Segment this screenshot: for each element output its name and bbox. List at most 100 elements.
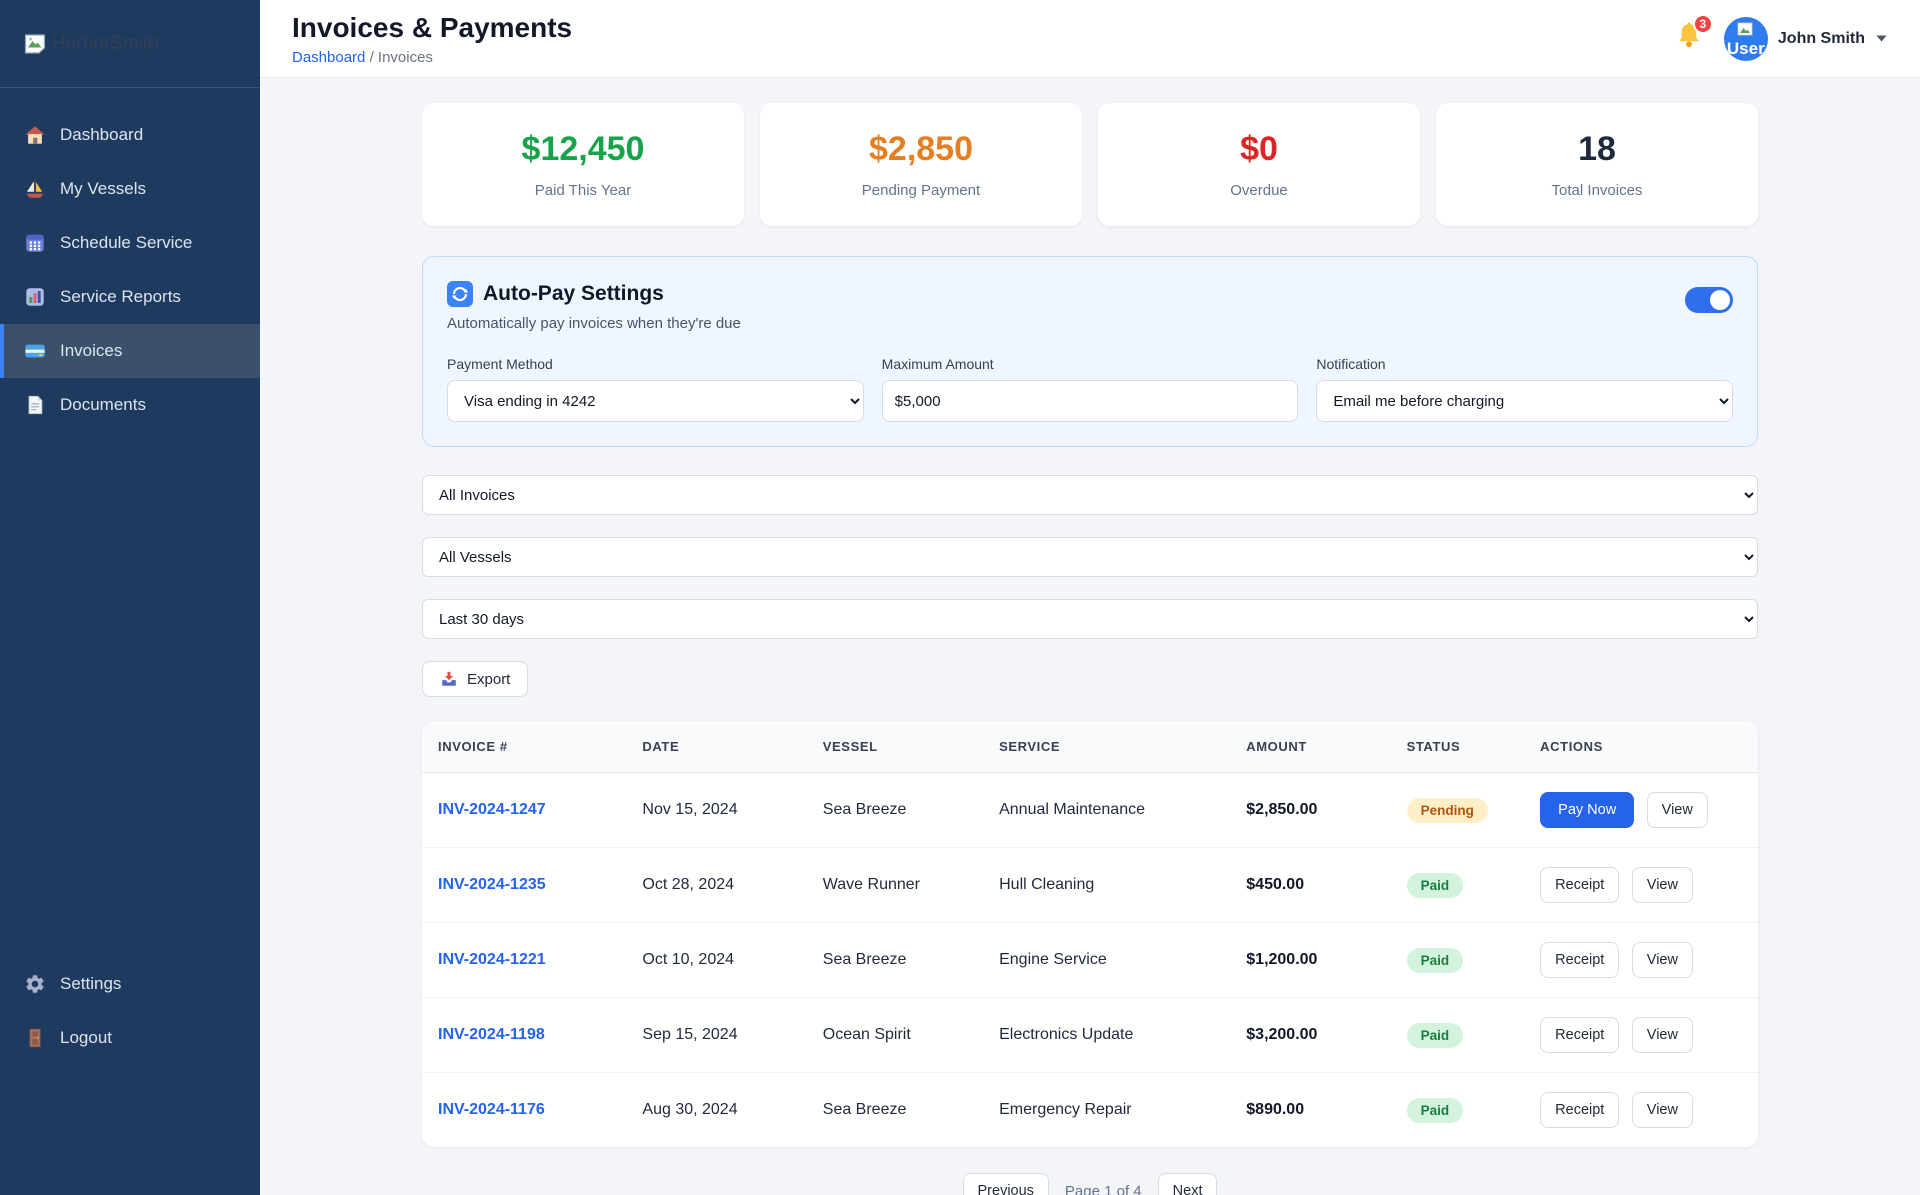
invoices-table: INVOICE # DATE VESSEL SERVICE AMOUNT STA… [422, 721, 1758, 1147]
topbar-right: 3 User John Smith [1674, 14, 1888, 61]
notification-select[interactable]: Email me before charging [1316, 380, 1733, 422]
status-cell: Paid [1390, 847, 1525, 923]
date-cell: Nov 15, 2024 [626, 772, 807, 848]
maximum-amount-input[interactable] [881, 380, 1299, 422]
sidebar-item-service-reports[interactable]: Service Reports [0, 270, 260, 324]
receipt-button[interactable]: Receipt [1540, 942, 1620, 978]
invoices-table-card: INVOICE # DATE VESSEL SERVICE AMOUNT STA… [422, 721, 1758, 1147]
status-badge: Pending [1406, 797, 1488, 823]
sidebar-item-label: Schedule Service [60, 233, 193, 252]
amount-cell: $1,200.00 [1230, 922, 1391, 998]
actions-cell: Receipt View [1524, 1073, 1758, 1148]
date-cell: Oct 28, 2024 [626, 847, 807, 923]
sidebar-item-dashboard[interactable]: Dashboard [0, 108, 260, 162]
status-cell: Paid [1390, 997, 1525, 1073]
sidebar-item-invoices[interactable]: Invoices [0, 324, 260, 378]
chevron-down-icon [1876, 35, 1887, 42]
topbar: Invoices & Payments Dashboard / Invoices… [260, 0, 1920, 78]
view-button[interactable]: View [1631, 867, 1693, 903]
autopay-fields: Payment Method Visa ending in 4242 Maxim… [447, 356, 1733, 422]
user-menu[interactable]: User John Smith [1723, 16, 1888, 61]
sidebar-item-documents[interactable]: Documents [0, 378, 260, 432]
pay-now-button[interactable]: Pay Now [1540, 792, 1635, 828]
invoice-status-filter-select[interactable]: All Invoices [422, 475, 1758, 515]
app-root: HarborSmith Dashboard My Vessels Schedul… [0, 0, 1920, 1195]
stat-value: 18 [1578, 130, 1616, 168]
maximum-amount-label: Maximum Amount [881, 356, 994, 372]
sidebar-item-label: Documents [60, 395, 146, 414]
sidebar-item-label: Invoices [60, 341, 123, 360]
breadcrumb-separator: / [369, 48, 378, 66]
invoice-row: INV-2024-1221 Oct 10, 2024 Sea Breeze En… [422, 922, 1758, 998]
vessel-cell: Sea Breeze [822, 1101, 907, 1118]
actions-cell: Receipt View [1524, 922, 1758, 998]
receipt-button[interactable]: Receipt [1540, 1017, 1620, 1053]
notification-field-group: Notification Email me before charging [1316, 356, 1733, 422]
invoice-row: INV-2024-1247 Nov 15, 2024 Sea Breeze An… [422, 772, 1758, 848]
avatar-alt-text: User [1726, 38, 1765, 58]
stat-card-overdue: $0 Overdue [1098, 103, 1420, 226]
column-header-amount: AMOUNT [1230, 721, 1391, 773]
calendar-icon [26, 234, 44, 252]
document-icon [28, 395, 43, 415]
stat-label: Paid This Year [534, 182, 632, 199]
view-button[interactable]: View [1631, 1092, 1693, 1128]
date-cell: Sep 15, 2024 [626, 997, 807, 1073]
column-header-date: DATE [626, 721, 807, 773]
view-button[interactable]: View [1646, 792, 1708, 828]
payment-method-field-group: Payment Method Visa ending in 4242 [447, 356, 864, 422]
payment-method-select[interactable]: Visa ending in 4242 [447, 380, 864, 422]
sidebar-item-label: My Vessels [60, 179, 146, 198]
door-icon [29, 1028, 41, 1048]
autopay-panel: Auto-Pay Settings Automatically pay invo… [422, 256, 1758, 447]
table-header-row: INVOICE # DATE VESSEL SERVICE AMOUNT STA… [422, 721, 1758, 773]
stat-card-paid-this-year: $12,450 Paid This Year [422, 103, 744, 226]
sidebar-item-settings[interactable]: Settings [0, 957, 260, 1011]
notifications-button[interactable]: 3 [1674, 14, 1713, 56]
sidebar-item-my-vessels[interactable]: My Vessels [0, 162, 260, 216]
stat-card-total-invoices: 18 Total Invoices [1436, 103, 1758, 226]
invoice-link[interactable]: INV-2024-1247 [438, 801, 546, 818]
breadcrumb: Dashboard / Invoices [292, 49, 572, 66]
breadcrumb-dashboard-link[interactable]: Dashboard [292, 49, 365, 66]
stats-row: $12,450 Paid This Year $2,850 Pending Pa… [422, 103, 1758, 226]
invoice-row: INV-2024-1176 Aug 30, 2024 Sea Breeze Em… [422, 1073, 1758, 1148]
sidebar-item-schedule-service[interactable]: Schedule Service [0, 216, 260, 270]
amount-cell: $3,200.00 [1230, 997, 1391, 1073]
receipt-button[interactable]: Receipt [1540, 867, 1620, 903]
page-info: Page 1 of 4 [1064, 1182, 1142, 1195]
amount-cell: $890.00 [1246, 1101, 1305, 1118]
export-button[interactable]: Export [422, 661, 529, 697]
content: $12,450 Paid This Year $2,850 Pending Pa… [422, 78, 1758, 1195]
breadcrumb-current: Invoices [377, 48, 433, 66]
stat-value: $2,850 [869, 130, 973, 168]
main-area: Invoices & Payments Dashboard / Invoices… [260, 0, 1920, 1195]
sidebar-item-logout[interactable]: Logout [0, 1011, 260, 1065]
column-header-status: STATUS [1390, 721, 1525, 773]
invoice-number-cell: INV-2024-1247 [422, 772, 627, 848]
logo-alt-text: HarborSmith [52, 32, 159, 54]
autopay-toggle[interactable] [1685, 287, 1733, 313]
status-badge: Paid [1406, 872, 1464, 898]
bar-chart-icon [26, 288, 44, 306]
invoice-link[interactable]: INV-2024-1235 [438, 876, 546, 893]
broken-image-icon [24, 33, 46, 54]
previous-page-button[interactable]: Previous [962, 1173, 1049, 1195]
invoice-link[interactable]: INV-2024-1176 [438, 1101, 545, 1118]
actions-cell: Pay Now View [1524, 772, 1758, 848]
status-cell: Paid [1391, 1073, 1525, 1148]
receipt-button[interactable]: Receipt [1540, 1092, 1620, 1128]
autopay-header: Auto-Pay Settings Automatically pay invo… [447, 281, 1733, 332]
content-scroll: $12,450 Paid This Year $2,850 Pending Pa… [260, 78, 1920, 1195]
next-page-button[interactable]: Next [1157, 1173, 1218, 1195]
home-icon [25, 126, 45, 144]
date-range-filter-select[interactable]: Last 30 days [422, 599, 1758, 639]
invoice-link[interactable]: INV-2024-1198 [438, 1026, 545, 1043]
invoice-link[interactable]: INV-2024-1221 [438, 951, 546, 968]
vessel-filter-select[interactable]: All Vessels [422, 537, 1758, 577]
credit-card-icon [25, 344, 45, 358]
maximum-amount-field-group: Maximum Amount [881, 356, 1299, 422]
view-button[interactable]: View [1631, 1017, 1693, 1053]
page-title: Invoices & Payments [292, 11, 573, 43]
view-button[interactable]: View [1631, 942, 1693, 978]
